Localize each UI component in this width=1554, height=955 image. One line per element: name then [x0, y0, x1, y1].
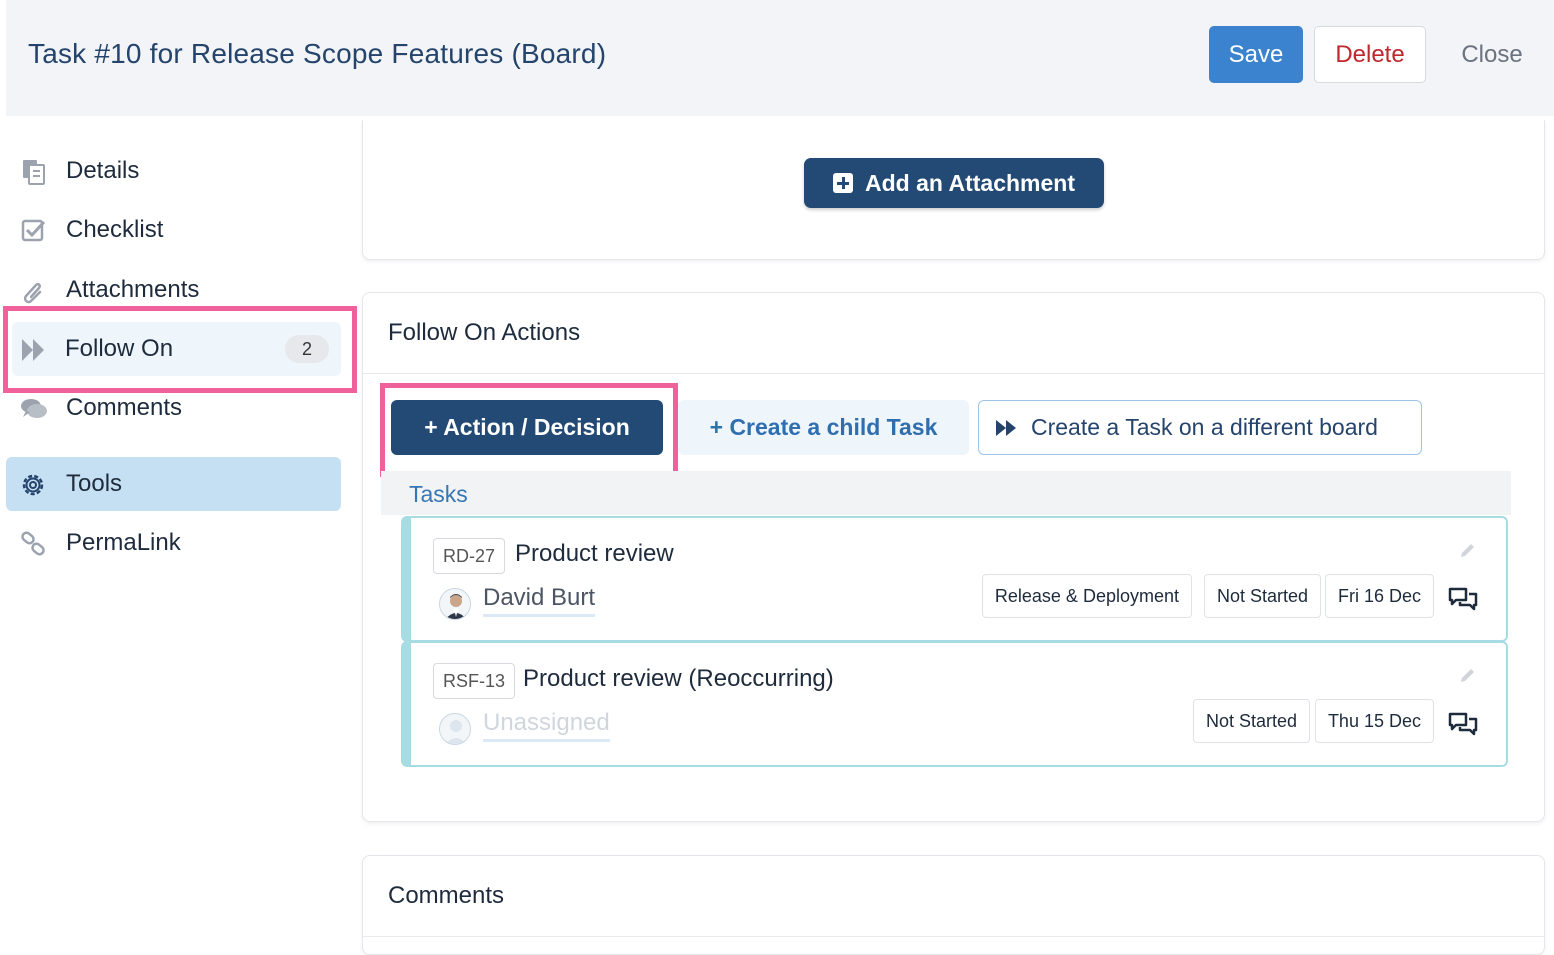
- fast-forward-icon: [22, 339, 44, 361]
- create-task-different-board-label: Create a Task on a different board: [1031, 414, 1378, 440]
- gear-icon: [22, 474, 44, 496]
- fast-forward-icon: [996, 419, 1016, 436]
- task-code: RSF-13: [433, 663, 516, 699]
- sidebar-item-comments[interactable]: Comments: [6, 381, 341, 435]
- task-card[interactable]: RSF-13 Product review (Reoccurring) Unas…: [401, 641, 1508, 767]
- task-name[interactable]: Product review (Reoccurring): [523, 665, 834, 693]
- assignee-name[interactable]: David Burt: [483, 584, 596, 617]
- tasks-label: Tasks: [409, 481, 468, 507]
- sidebar-item-details[interactable]: Details: [6, 144, 341, 198]
- create-task-different-board-button[interactable]: Create a Task on a different board: [978, 400, 1422, 455]
- task-code: RD-27: [433, 538, 506, 574]
- document-icon: [23, 160, 45, 185]
- avatar: [439, 588, 471, 620]
- avatar-placeholder-icon: [439, 713, 471, 745]
- checkbox-icon: [21, 219, 46, 242]
- card-title: Comments: [388, 882, 505, 909]
- link-icon: [21, 531, 45, 556]
- comments-icon[interactable]: [1448, 711, 1478, 737]
- board-chip: Release & Deployment: [981, 574, 1192, 618]
- due-date-chip: Fri 16 Dec: [1324, 574, 1434, 618]
- status-chip: Not Started: [1192, 699, 1310, 743]
- create-child-task-button[interactable]: + Create a child Task: [678, 400, 969, 455]
- action-decision-label: Action / Decision: [443, 414, 630, 440]
- status-chip: Not Started: [1203, 574, 1321, 618]
- sidebar-item-checklist[interactable]: Checklist: [6, 203, 341, 257]
- task-card[interactable]: RD-27 Product review David Burt Release …: [401, 516, 1508, 642]
- attachments-card: Add an Attachment: [362, 120, 1545, 260]
- add-attachment-label: Add an Attachment: [865, 169, 1075, 196]
- tasks-section-header: Tasks: [381, 471, 1511, 515]
- plus-icon: +: [709, 414, 730, 440]
- comments-card: Comments: [362, 855, 1545, 955]
- add-attachment-button[interactable]: Add an Attachment: [804, 158, 1104, 208]
- sidebar-item-tools[interactable]: Tools: [6, 457, 341, 511]
- sidebar-item-follow-on[interactable]: Follow On 2: [12, 322, 341, 376]
- sidebar-item-label: Attachments: [66, 276, 200, 303]
- sidebar-item-label: Comments: [66, 394, 183, 421]
- sidebar-item-label: Follow On: [65, 335, 174, 362]
- sidebar-item-label: Tools: [66, 470, 123, 497]
- comments-icon[interactable]: [1448, 586, 1478, 612]
- sidebar-item-label: Checklist: [66, 216, 164, 243]
- plus-icon: +: [424, 414, 444, 440]
- plus-square-icon: [833, 173, 853, 193]
- close-button[interactable]: Close: [1442, 26, 1542, 83]
- pencil-icon[interactable]: [1458, 542, 1476, 560]
- save-button[interactable]: Save: [1209, 26, 1303, 83]
- paperclip-icon: [23, 282, 42, 304]
- sidebar-item-permalink[interactable]: PermaLink: [6, 516, 341, 570]
- divider: [363, 373, 1544, 374]
- sidebar-item-attachments[interactable]: Attachments: [6, 263, 341, 317]
- task-name[interactable]: Product review: [515, 540, 674, 568]
- count-badge: 2: [285, 335, 329, 363]
- create-child-task-label: Create a child Task: [729, 414, 938, 440]
- page-title: Task #10 for Release Scope Features (Boa…: [28, 38, 607, 69]
- modal-header: Task #10 for Release Scope Features (Boa…: [6, 0, 1554, 116]
- card-title: Follow On Actions: [388, 319, 581, 346]
- sidebar-item-label: Details: [66, 157, 140, 184]
- follow-on-card: Follow On Actions + Action / Decision + …: [362, 292, 1545, 822]
- delete-button[interactable]: Delete: [1314, 26, 1426, 83]
- assignee-name[interactable]: Unassigned: [483, 709, 610, 742]
- action-decision-button[interactable]: + Action / Decision: [391, 400, 663, 455]
- divider: [363, 936, 1544, 937]
- pencil-icon[interactable]: [1458, 667, 1476, 685]
- due-date-chip: Thu 15 Dec: [1314, 699, 1434, 743]
- comments-icon: [21, 399, 47, 418]
- sidebar-item-label: PermaLink: [66, 529, 181, 556]
